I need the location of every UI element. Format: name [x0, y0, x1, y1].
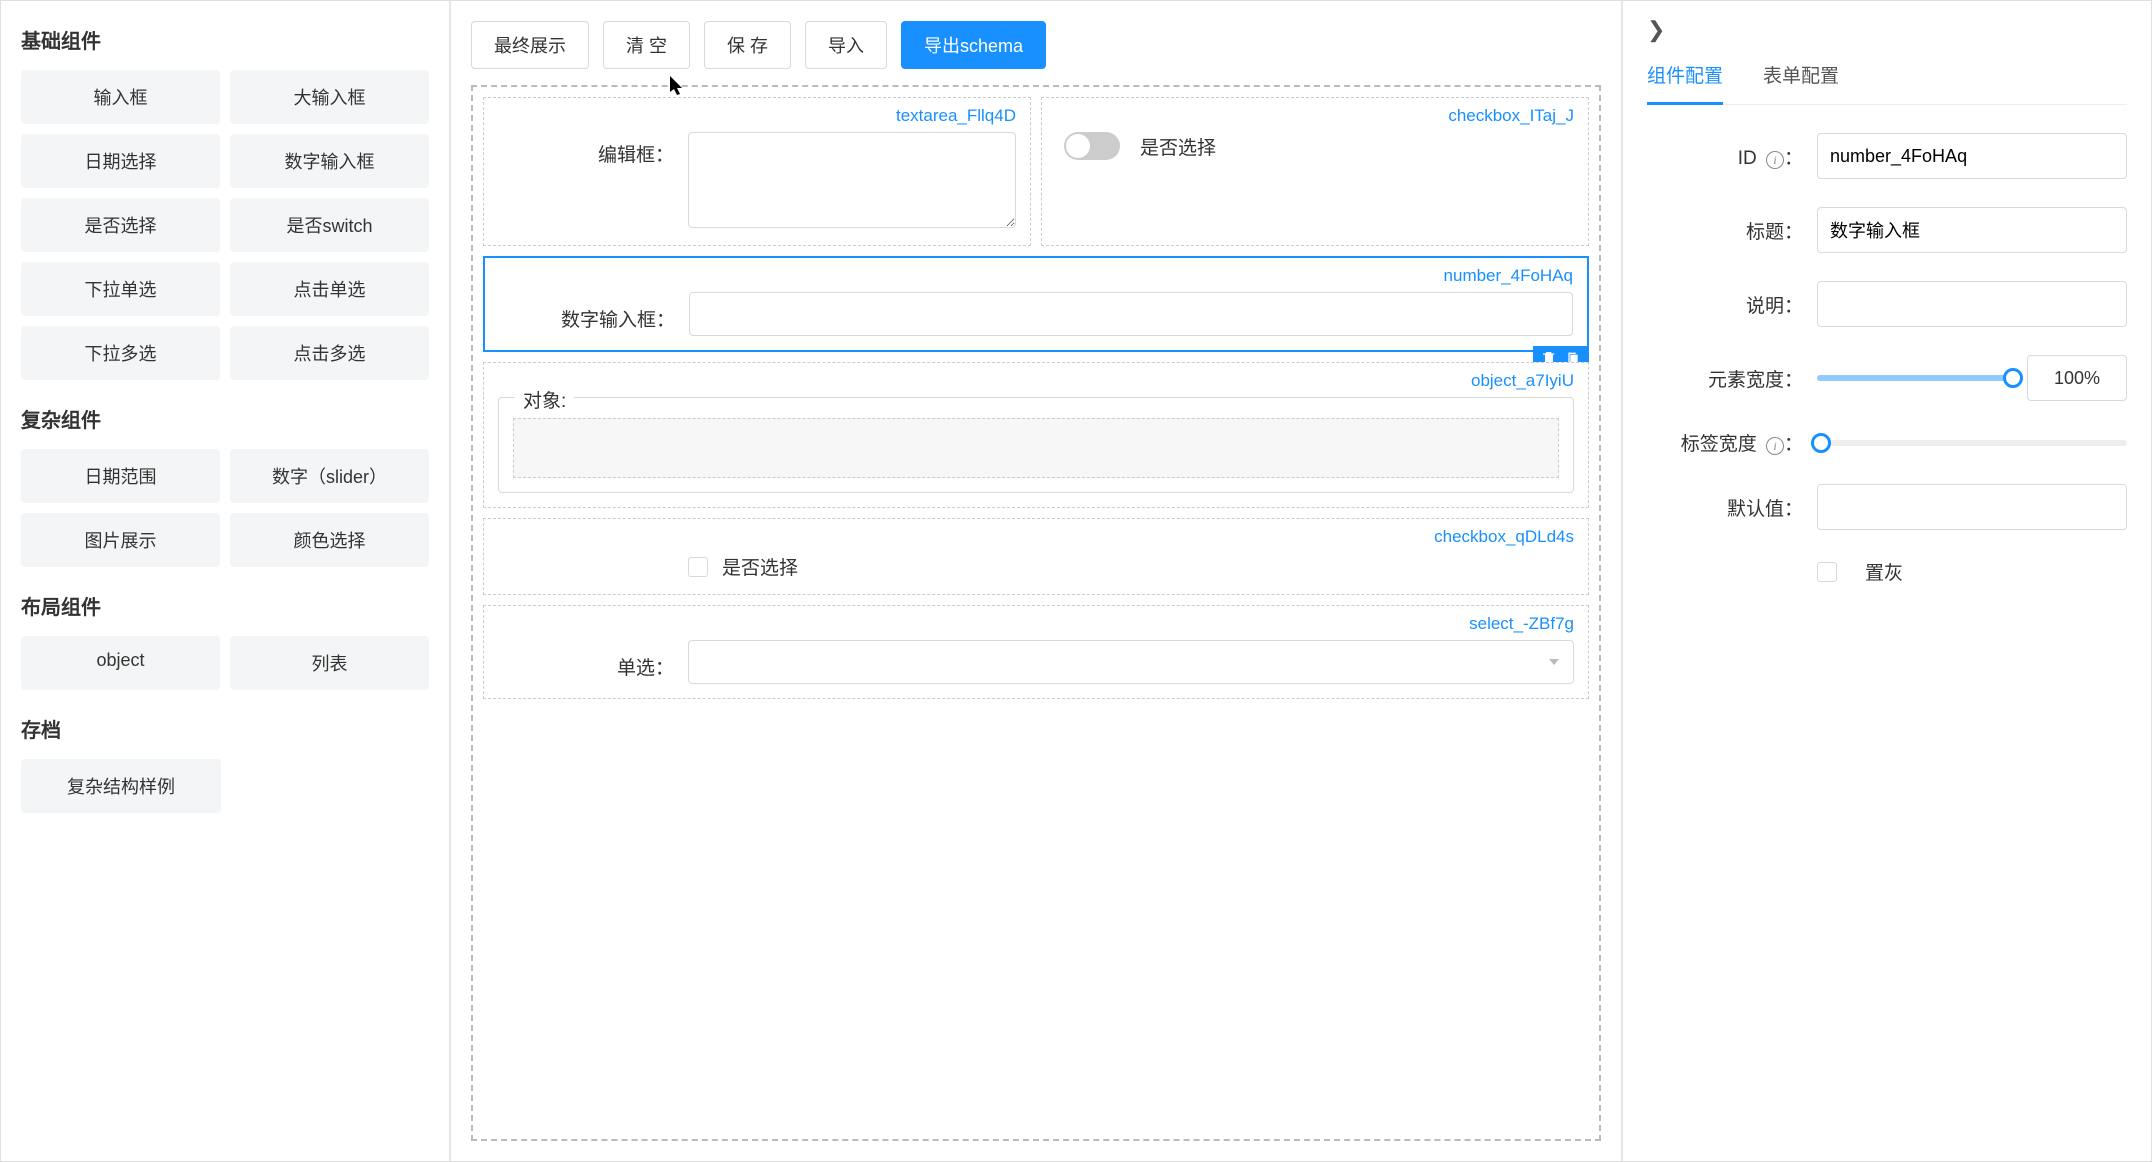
palette-select[interactable]: 下拉单选: [21, 262, 220, 316]
palette-radio[interactable]: 点击单选: [230, 262, 429, 316]
palette-image[interactable]: 图片展示: [21, 513, 220, 567]
select-input[interactable]: [688, 640, 1574, 684]
prop-label-id: ID i：: [1647, 143, 1817, 170]
form-canvas[interactable]: textarea_Fllq4D 编辑框： checkbox_ITaj_J 是否选…: [471, 85, 1601, 1141]
prop-input-default[interactable]: [1817, 484, 2127, 530]
property-panel: ❯ 组件配置 表单配置 ID i： 标题： 说明： 元素宽度： 100% 标签宽…: [1621, 1, 2151, 1161]
labelwidth-slider[interactable]: [1817, 440, 2127, 446]
toolbar: 最终展示 清 空 保 存 导入 导出schema: [471, 21, 1601, 69]
item-id: object_a7IyiU: [498, 371, 1574, 391]
palette-color[interactable]: 颜色选择: [230, 513, 429, 567]
prop-input-id[interactable]: [1817, 133, 2127, 179]
section-title-layout: 布局组件: [21, 591, 429, 620]
canvas-item-select[interactable]: select_-ZBf7g 单选：: [483, 605, 1589, 699]
item-id: textarea_Fllq4D: [498, 106, 1016, 126]
section-title-archive: 存档: [21, 714, 429, 743]
palette-switch[interactable]: 是否switch: [230, 198, 429, 252]
canvas-area: 最终展示 清 空 保 存 导入 导出schema textarea_Fllq4D…: [451, 1, 1621, 1161]
canvas-item-checkbox[interactable]: checkbox_qDLd4s 是否选择: [483, 518, 1589, 595]
info-icon[interactable]: i: [1766, 437, 1784, 455]
info-icon[interactable]: i: [1766, 151, 1784, 169]
palette-checkbox[interactable]: 是否选择: [21, 198, 220, 252]
canvas-item-number[interactable]: number_4FoHAq 数字输入框：: [483, 256, 1589, 352]
palette-textarea[interactable]: 大输入框: [230, 70, 429, 124]
checkbox-input[interactable]: [688, 557, 708, 577]
palette-sample[interactable]: 复杂结构样例: [21, 759, 221, 813]
palette-number[interactable]: 数字输入框: [230, 134, 429, 188]
switch-toggle[interactable]: [1064, 132, 1120, 160]
tab-form-config[interactable]: 表单配置: [1763, 51, 1839, 104]
prop-checkbox-disabled[interactable]: [1817, 562, 1837, 582]
slider-handle[interactable]: [2003, 368, 2023, 388]
palette-object[interactable]: object: [21, 636, 220, 690]
object-dropzone[interactable]: [513, 418, 1559, 478]
prop-input-desc[interactable]: [1817, 281, 2127, 327]
field-label: 数字输入框：: [499, 297, 689, 332]
tab-component-config[interactable]: 组件配置: [1647, 51, 1723, 105]
palette-checkboxgroup[interactable]: 点击多选: [230, 326, 429, 380]
textarea-input[interactable]: [688, 132, 1016, 228]
panel-tabs: 组件配置 表单配置: [1647, 51, 2127, 105]
palette-list[interactable]: 列表: [230, 636, 429, 690]
palette-slider[interactable]: 数字（slider）: [230, 449, 429, 503]
prop-input-title[interactable]: [1817, 207, 2127, 253]
prop-label-width: 元素宽度：: [1647, 365, 1817, 392]
section-title-basic: 基础组件: [21, 25, 429, 54]
clear-button[interactable]: 清 空: [603, 21, 690, 69]
component-palette: 基础组件 输入框 大输入框 日期选择 数字输入框 是否选择 是否switch 下…: [1, 1, 451, 1161]
item-id: checkbox_ITaj_J: [1056, 106, 1574, 126]
import-button[interactable]: 导入: [805, 21, 887, 69]
prop-label-desc: 说明：: [1647, 291, 1817, 318]
item-id: number_4FoHAq: [499, 266, 1573, 286]
width-slider[interactable]: [1817, 375, 2013, 381]
prop-label-default: 默认值：: [1647, 494, 1817, 521]
field-label: 是否选择: [722, 553, 798, 580]
save-button[interactable]: 保 存: [704, 21, 791, 69]
field-label: 是否选择: [1140, 133, 1216, 160]
item-id: checkbox_qDLd4s: [498, 527, 1574, 547]
section-title-complex: 复杂组件: [21, 404, 429, 433]
export-schema-button[interactable]: 导出schema: [901, 21, 1046, 69]
prop-label-disabled: 置灰: [1865, 558, 1903, 585]
canvas-item-object[interactable]: object_a7IyiU 对象:: [483, 362, 1589, 508]
palette-daterange[interactable]: 日期范围: [21, 449, 220, 503]
item-id: select_-ZBf7g: [498, 614, 1574, 634]
prop-label-title: 标题：: [1647, 217, 1817, 244]
preview-button[interactable]: 最终展示: [471, 21, 589, 69]
slider-handle[interactable]: [1811, 433, 1831, 453]
palette-input[interactable]: 输入框: [21, 70, 220, 124]
chevron-right-icon[interactable]: ❯: [1647, 17, 2127, 43]
palette-date[interactable]: 日期选择: [21, 134, 220, 188]
fieldset-legend: 对象:: [515, 386, 574, 413]
canvas-item-textarea[interactable]: textarea_Fllq4D 编辑框：: [483, 97, 1031, 246]
field-label: 编辑框：: [498, 132, 688, 167]
prop-label-labelwidth: 标签宽度 i：: [1647, 429, 1817, 456]
field-label: 单选：: [498, 645, 688, 680]
width-value[interactable]: 100%: [2027, 355, 2127, 401]
canvas-item-switch[interactable]: checkbox_ITaj_J 是否选择: [1041, 97, 1589, 246]
number-input[interactable]: [689, 292, 1573, 336]
palette-multiselect[interactable]: 下拉多选: [21, 326, 220, 380]
